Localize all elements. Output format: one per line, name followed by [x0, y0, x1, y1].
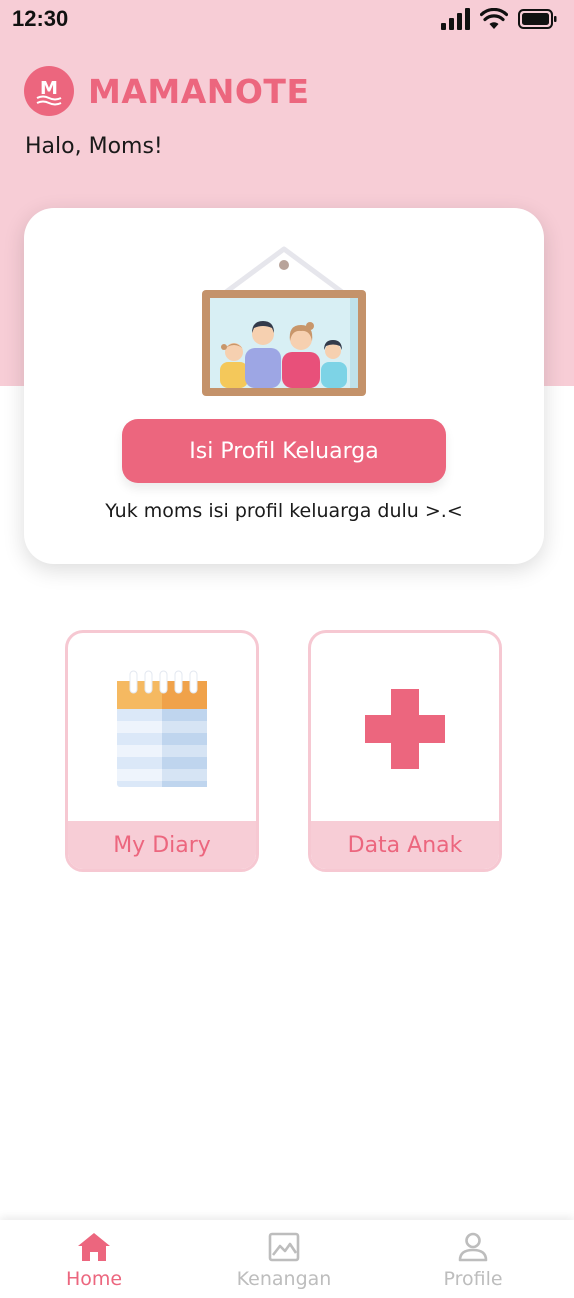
user-icon — [458, 1232, 488, 1262]
status-icons — [440, 8, 558, 30]
notebook-icon — [68, 633, 256, 825]
family-profile-card: Isi Profil Keluarga Yuk moms isi profil … — [24, 208, 544, 564]
nav-kenangan-label: Kenangan — [236, 1268, 332, 1290]
bottom-navigation: Home Kenangan Profile — [0, 1220, 574, 1298]
wifi-icon — [480, 8, 508, 29]
greeting-text: Halo, Moms! — [25, 134, 163, 159]
gallery-icon — [268, 1232, 300, 1262]
logo-icon: M — [24, 66, 74, 116]
nav-profile[interactable]: Profile — [378, 1220, 568, 1298]
nav-profile-label: Profile — [443, 1268, 503, 1290]
medical-cross-icon — [311, 633, 499, 825]
signal-icon — [441, 8, 470, 30]
nav-home[interactable]: Home — [0, 1220, 189, 1298]
home-icon — [78, 1233, 110, 1261]
profile-hint-text: Yuk moms isi profil keluarga dulu >.< — [105, 500, 463, 522]
nav-kenangan[interactable]: Kenangan — [189, 1220, 379, 1298]
status-bar: 12:30 — [0, 0, 574, 40]
battery-icon — [518, 9, 557, 29]
nav-home-label: Home — [65, 1268, 123, 1290]
fill-family-profile-button[interactable]: Isi Profil Keluarga — [122, 419, 446, 483]
status-time: 12:30 — [12, 6, 69, 31]
app-name: MAMANOTE — [88, 71, 310, 111]
data-anak-tile[interactable]: Data Anak — [308, 630, 502, 872]
family-photo-icon — [202, 246, 366, 396]
my-diary-label: My Diary — [68, 821, 256, 869]
my-diary-tile[interactable]: My Diary — [65, 630, 259, 872]
data-anak-label: Data Anak — [311, 821, 499, 869]
brand: M MAMANOTE — [24, 66, 309, 116]
